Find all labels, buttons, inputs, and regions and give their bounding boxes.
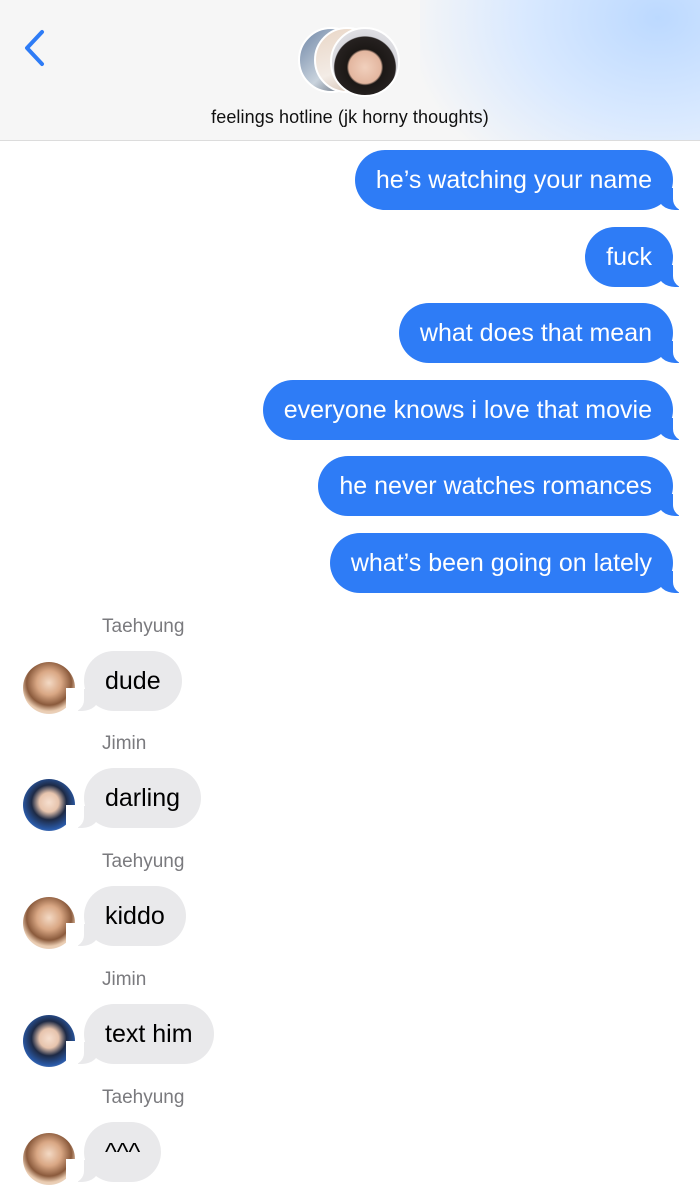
message-text: he’s watching your name xyxy=(375,166,652,194)
group-avatar-3 xyxy=(330,27,400,97)
message-text: fuck xyxy=(606,243,652,271)
message-text: ^^^ xyxy=(105,1138,141,1166)
outgoing-message[interactable]: what’s been going on lately xyxy=(329,533,692,594)
message-text: he never watches romances xyxy=(339,472,652,500)
message-text: what does that mean xyxy=(419,319,652,347)
outgoing-message[interactable]: everyone knows i love that movie xyxy=(262,380,692,441)
incoming-message[interactable]: darling xyxy=(65,768,202,829)
outgoing-message[interactable]: he never watches romances xyxy=(318,456,691,517)
incoming-message[interactable]: text him xyxy=(66,1004,214,1065)
incoming-message[interactable]: kiddo xyxy=(66,886,186,947)
message-text: what’s been going on lately xyxy=(350,549,652,577)
sender-name: Taehyung xyxy=(102,851,185,872)
outgoing-message[interactable]: he’s watching your name xyxy=(354,150,692,211)
outgoing-message[interactable]: fuck xyxy=(585,227,691,288)
sender-name: Taehyung xyxy=(102,1087,185,1108)
back-button[interactable] xyxy=(20,28,50,68)
message-text: kiddo xyxy=(105,902,165,930)
chevron-left-icon xyxy=(25,30,44,66)
incoming-message[interactable]: ^^^ xyxy=(65,1122,162,1183)
sender-name: Taehyung xyxy=(102,616,185,637)
message-text: darling xyxy=(105,784,181,812)
sender-name: Jimin xyxy=(102,733,147,754)
outgoing-message[interactable]: what does that mean xyxy=(398,303,692,364)
message-text: dude xyxy=(105,667,161,695)
message-text: everyone knows i love that movie xyxy=(283,396,652,424)
conversation-header: feelings hotline (jk horny thoughts) xyxy=(0,0,700,141)
incoming-message[interactable]: dude xyxy=(66,651,182,712)
group-avatar-stack[interactable] xyxy=(298,27,404,97)
sender-name: Jimin xyxy=(102,969,147,990)
message-text: text him xyxy=(105,1020,193,1048)
conversation-title[interactable]: feelings hotline (jk horny thoughts) xyxy=(0,107,700,128)
